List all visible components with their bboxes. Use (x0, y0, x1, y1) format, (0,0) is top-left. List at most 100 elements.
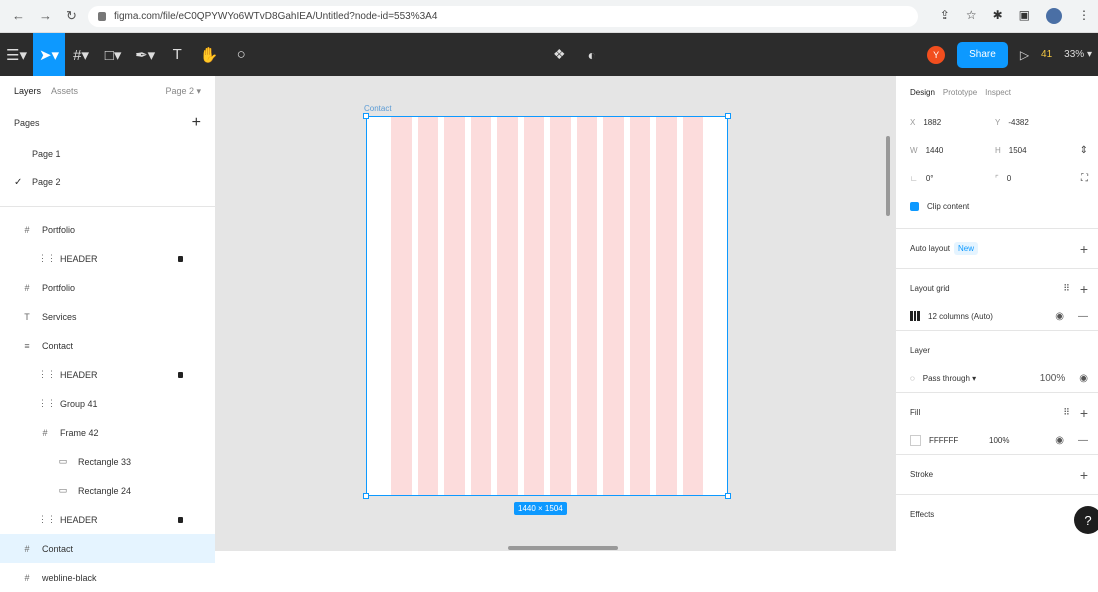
lock-icon[interactable] (178, 255, 183, 262)
fill-swatch[interactable] (910, 434, 921, 446)
page-item[interactable]: ✓ Page 2 (0, 168, 215, 196)
browser-menu-icon[interactable]: ⋮ (1078, 8, 1090, 24)
layout-grid-item[interactable]: 12 columns (Auto) ◉ — (896, 302, 1098, 330)
pen-tool-icon[interactable]: ✒▾ (129, 33, 161, 76)
layer-item[interactable]: ⋮⋮ HEADER (0, 360, 215, 389)
canvas[interactable]: Contact 1440 × 1504 (216, 76, 895, 551)
layer-item[interactable]: ⋮⋮ HEADER (0, 244, 215, 273)
vertical-scrollbar[interactable] (886, 136, 890, 216)
reload-icon[interactable]: ↻ (66, 8, 77, 24)
opacity-value[interactable]: 100% (1040, 373, 1066, 384)
visibility-eye-icon[interactable]: ◉ (1055, 311, 1064, 322)
remove-grid-icon[interactable]: — (1078, 311, 1088, 322)
remove-fill-icon[interactable]: — (1078, 435, 1088, 446)
resize-handle-bl[interactable] (363, 493, 369, 499)
position-row: X 1882 Y -4382 (896, 108, 1098, 136)
fill-opacity[interactable]: 100% (989, 436, 1009, 445)
resize-handle-tr[interactable] (725, 113, 731, 119)
frame-icon: # (24, 224, 30, 235)
add-auto-layout-icon[interactable]: + (1080, 241, 1088, 257)
independent-corners-icon[interactable]: ⛶ (1081, 173, 1088, 184)
layer-item[interactable]: ⋮⋮ Group 41 (0, 389, 215, 418)
blend-mode-icon: ◌ (910, 373, 915, 383)
blend-row: ◌ Pass through ▾ 100% ◉ (896, 364, 1098, 392)
fill-hex[interactable]: FFFFFF (929, 436, 989, 445)
clip-content-checkbox[interactable] (910, 201, 919, 211)
forward-icon[interactable]: → (39, 8, 52, 24)
effects-label: Effects (910, 510, 935, 519)
radius-field[interactable]: ⌜ 0 (995, 174, 1080, 183)
page-item[interactable]: Page 1 (0, 140, 215, 168)
layer-item[interactable]: # webline-black (0, 563, 215, 592)
fill-visibility-icon[interactable]: ◉ (1055, 435, 1064, 446)
grid-styles-icon[interactable]: ⠿ (1063, 283, 1070, 294)
pages-list: Page 1 ✓ Page 2 (0, 140, 215, 196)
address-bar[interactable]: figma.com/file/eC0QPYWYo6WTvD8GahIEA/Unt… (88, 6, 918, 27)
fill-item[interactable]: FFFFFF 100% ◉ — (896, 426, 1098, 454)
tab-design[interactable]: Design (910, 88, 935, 97)
layer-item[interactable]: ▭ Rectangle 24 (0, 476, 215, 505)
components-icon[interactable]: ❖ (553, 46, 566, 63)
present-icon[interactable]: ▷ (1020, 48, 1029, 62)
shape-tool-icon[interactable]: □▾ (97, 33, 129, 76)
comment-tool-icon[interactable]: ○ (225, 33, 257, 76)
layer-item[interactable]: ▭ Rectangle 33 (0, 447, 215, 476)
frame-icon: # (24, 282, 30, 293)
horizontal-scrollbar[interactable] (508, 546, 618, 550)
zoom-dropdown[interactable]: 33% ▾ (1064, 49, 1092, 60)
constrain-proportions-icon[interactable]: ⇕ (1080, 145, 1088, 156)
lock-icon[interactable] (178, 371, 183, 378)
tab-assets[interactable]: Assets (51, 86, 78, 96)
main-menu-icon[interactable]: ☰▾ (0, 33, 33, 76)
resize-handle-tl[interactable] (363, 113, 369, 119)
layer-label: Portfolio (42, 282, 76, 293)
back-icon[interactable]: ← (12, 8, 25, 24)
layer-label: Rectangle 33 (78, 456, 132, 467)
tab-layers[interactable]: Layers (14, 86, 41, 96)
bookmark-star-icon[interactable]: ☆ (966, 8, 977, 24)
blend-mode-dropdown[interactable]: Pass through ▾ (923, 374, 976, 383)
fill-styles-icon[interactable]: ⠿ (1063, 407, 1070, 418)
layer-item[interactable]: ≡ Contact (0, 331, 215, 360)
layer-visibility-icon[interactable]: ◉ (1079, 373, 1088, 384)
rotation-field[interactable]: ∟ 0° (910, 174, 995, 183)
extensions-icon[interactable]: ✱ (993, 8, 1003, 24)
add-page-icon[interactable]: + (192, 114, 201, 132)
clip-content-label: Clip content (927, 201, 970, 211)
add-layout-grid-icon[interactable]: + (1080, 281, 1088, 297)
mask-icon[interactable]: ◐ (588, 47, 596, 63)
tab-inspect[interactable]: Inspect (985, 88, 1011, 97)
user-avatar[interactable]: Y (927, 45, 946, 64)
lock-icon[interactable] (178, 516, 183, 523)
frame-tool-icon[interactable]: #▾ (65, 33, 97, 76)
resize-handle-br[interactable] (725, 493, 731, 499)
profile-avatar[interactable] (1046, 8, 1062, 24)
h-field[interactable]: H 1504 (995, 146, 1080, 155)
page-selector[interactable]: Page 2 ▾ (165, 86, 201, 97)
tab-prototype[interactable]: Prototype (943, 88, 977, 97)
y-field[interactable]: Y -4382 (995, 118, 1080, 127)
share-button[interactable]: Share (957, 41, 1008, 68)
w-field[interactable]: W 1440 (910, 146, 995, 155)
text-tool-icon[interactable]: T (161, 33, 193, 76)
layer-item[interactable]: ⋮⋮ HEADER (0, 505, 215, 534)
layer-item[interactable]: T Services (0, 302, 215, 331)
x-field[interactable]: X 1882 (910, 118, 995, 127)
hand-tool-icon[interactable]: ✋ (193, 33, 225, 76)
share-page-icon[interactable]: ⇪ (940, 8, 950, 24)
lock-icon (98, 12, 106, 21)
frame-icon: # (42, 427, 48, 438)
contact-frame[interactable] (363, 113, 731, 499)
move-tool-icon[interactable]: ➤▾ (32, 33, 66, 76)
layer-item[interactable]: # Frame 42 (0, 418, 215, 447)
help-button[interactable]: ? (1074, 506, 1098, 534)
add-fill-icon[interactable]: + (1080, 405, 1088, 421)
layer-item[interactable]: # Contact (0, 534, 215, 563)
add-stroke-icon[interactable]: + (1080, 467, 1088, 483)
tab-layout-icon[interactable]: ▣ (1019, 8, 1030, 24)
columns-grid-icon[interactable] (910, 311, 921, 321)
frame-label[interactable]: Contact (364, 104, 392, 113)
clip-content-row[interactable]: Clip content (896, 192, 1098, 220)
layer-item[interactable]: # Portfolio (0, 215, 215, 244)
layer-item[interactable]: # Portfolio (0, 273, 215, 302)
